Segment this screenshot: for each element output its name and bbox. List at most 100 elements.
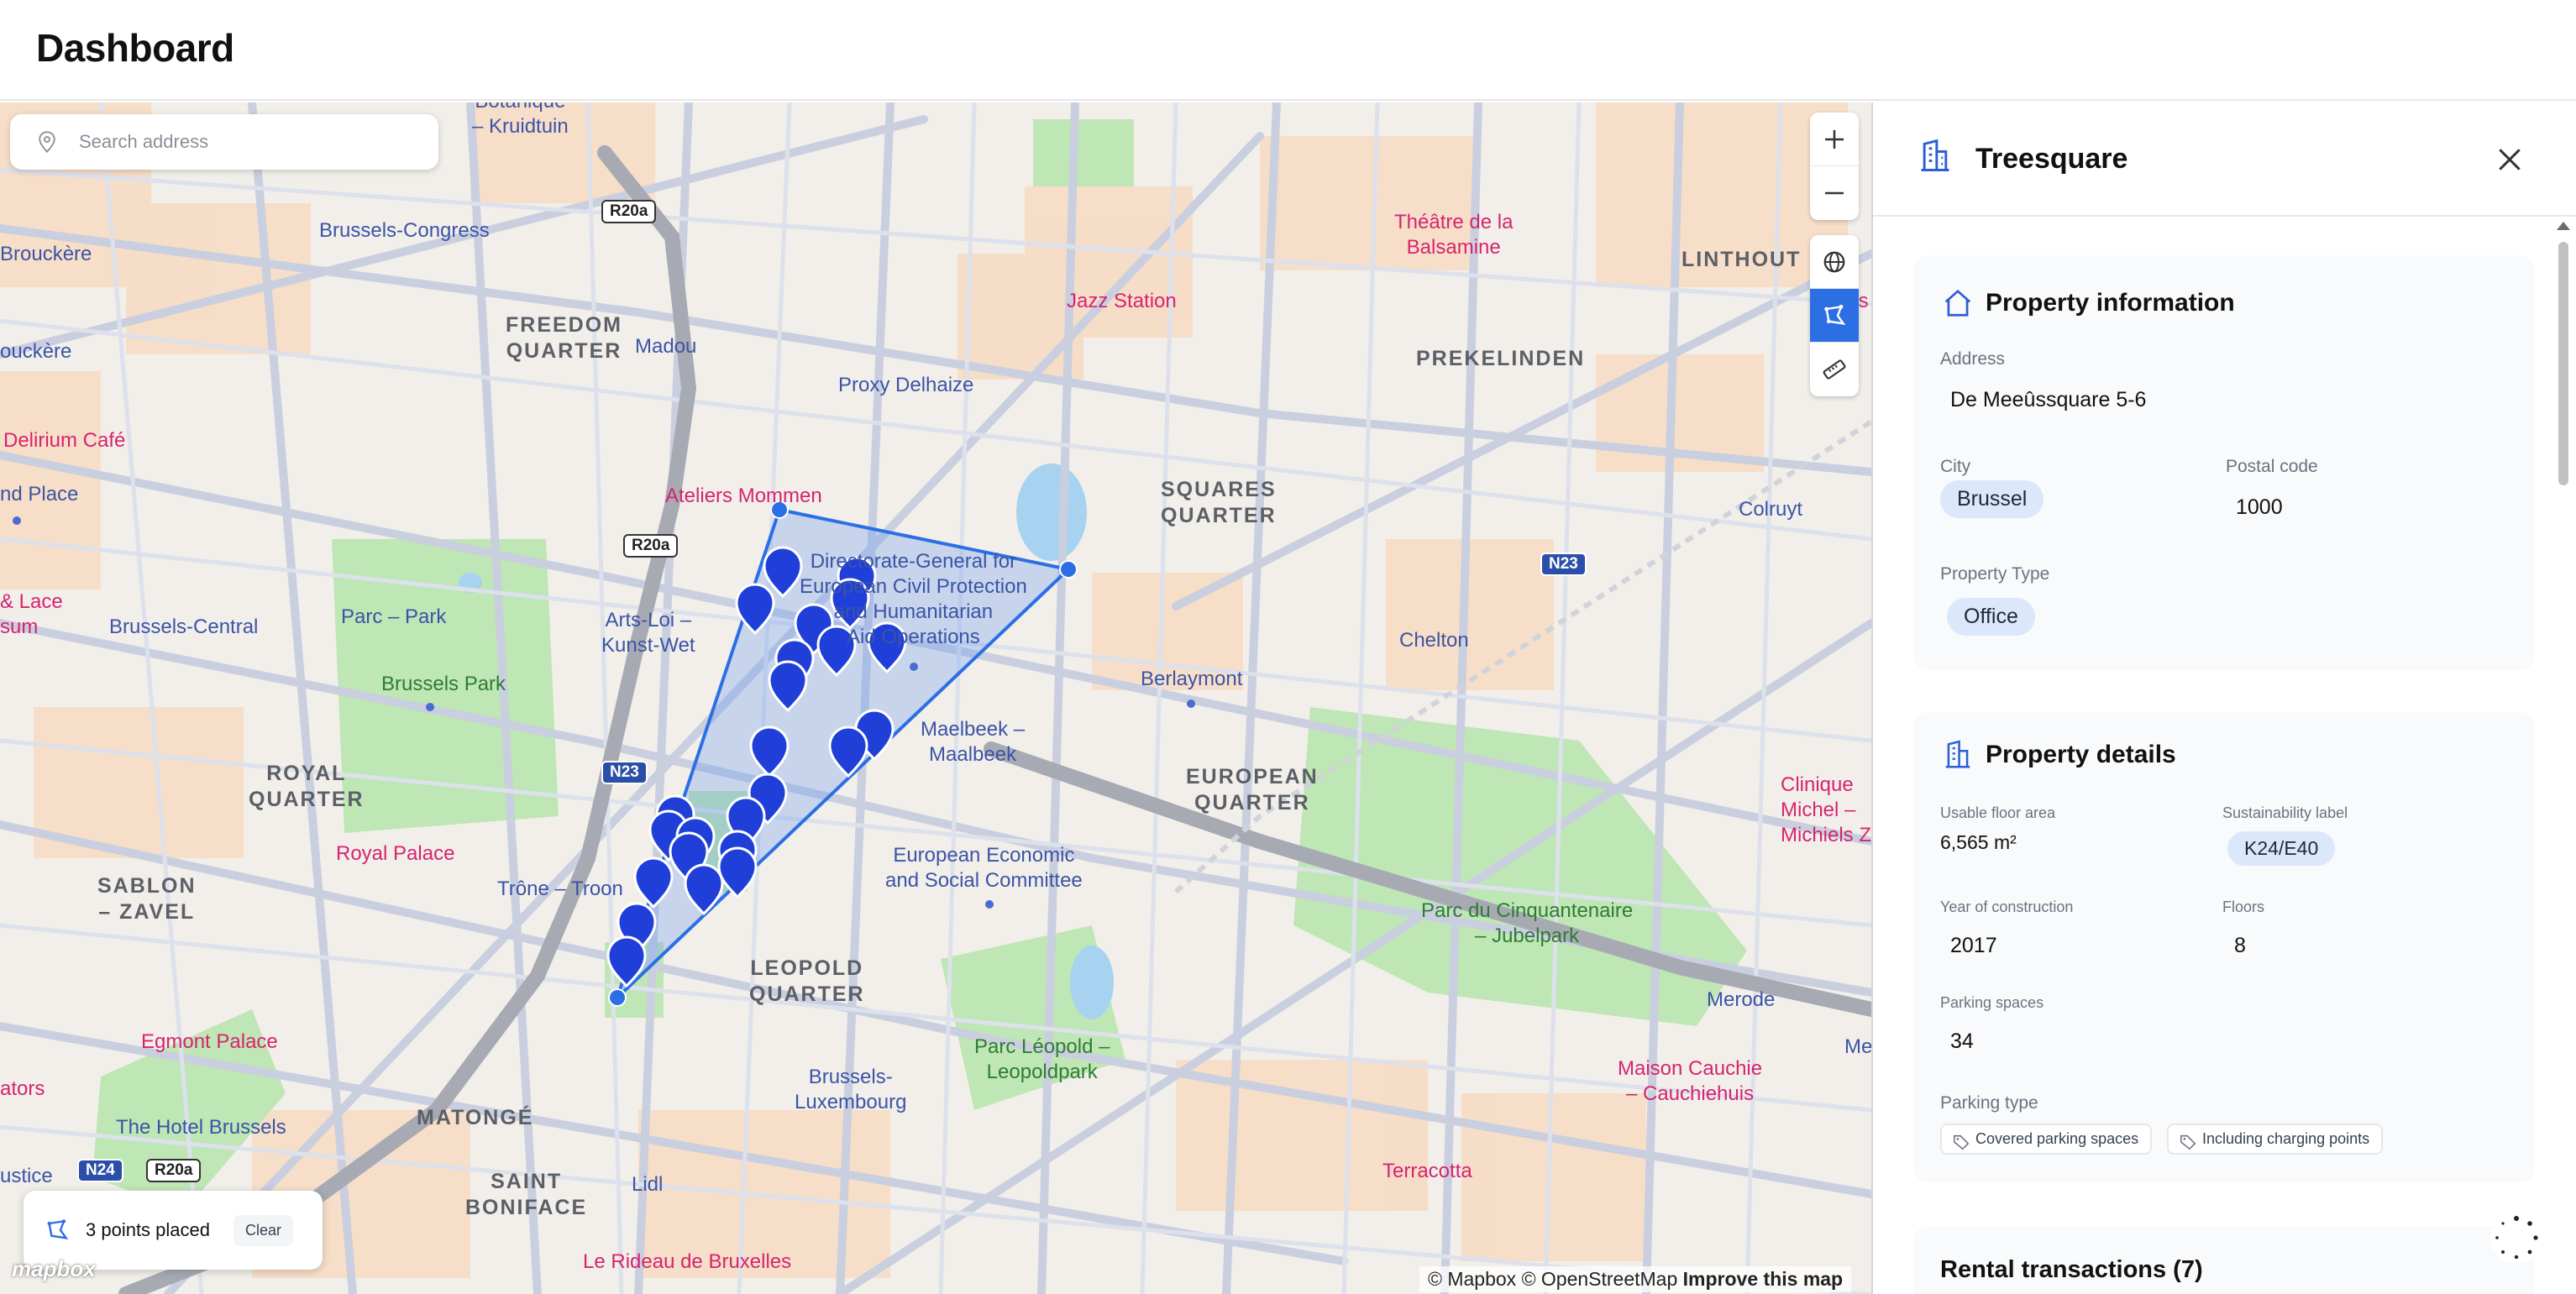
map-marker[interactable]: [749, 726, 790, 778]
map-label: Botanique– Kruidtuin: [472, 102, 569, 138]
attribution-mapbox-link[interactable]: © Mapbox: [1428, 1268, 1516, 1290]
parking-spaces-label: Parking spaces: [1940, 994, 2044, 1011]
map-attribution: © Mapbox © OpenStreetMap Improve this ma…: [1419, 1266, 1852, 1292]
map-label: Chelton: [1399, 629, 1469, 652]
card-title: Property details: [1986, 741, 2176, 768]
road-badge: R20a: [601, 200, 657, 223]
globe-button[interactable]: [1810, 235, 1859, 289]
panel-title: Treesquare: [1975, 143, 2128, 175]
road-badge: R20a: [146, 1159, 202, 1182]
map-label: Directorate-General for European Civil Pr…: [800, 550, 1027, 648]
map-label: Me: [1844, 1035, 1871, 1058]
road-badge: N24: [77, 1159, 123, 1182]
map-label: Terracotta: [1382, 1160, 1472, 1182]
map-marker[interactable]: [735, 583, 775, 635]
map-label: Brouckère: [0, 243, 92, 265]
map-label: Jazz Station: [1067, 290, 1177, 312]
points-count-text: 3 points placed: [86, 1219, 210, 1240]
map-label: MATONGÉ: [417, 1106, 534, 1129]
road-badge: N23: [601, 761, 648, 784]
map-canvas[interactable]: Botanique– Kruidtuin Brouckère ouckère B…: [0, 102, 1871, 1294]
loading-spinner: [2490, 1212, 2542, 1264]
page-title: Dashboard: [36, 26, 234, 70]
map-marker[interactable]: [717, 846, 758, 898]
map-marker[interactable]: [763, 546, 803, 598]
map-label: Berlaymont: [1141, 668, 1243, 690]
map-marker[interactable]: [633, 857, 674, 909]
zoom-out-button[interactable]: [1810, 166, 1859, 220]
map-label: CliniqueMichel –Michiels Zie: [1781, 773, 1871, 846]
map-label: Brussels Park: [381, 673, 506, 695]
map-label: Maison Cauchie – Cauchiehuis: [1618, 1057, 1763, 1105]
property-details-card: Property details Usable floor area 6,565…: [1913, 712, 2535, 1182]
parking-type-label: Parking type: [1940, 1093, 2038, 1113]
floors-value: 8: [2234, 934, 2246, 957]
close-icon[interactable]: [2493, 143, 2526, 176]
map-label: ouckère: [0, 340, 72, 363]
address-value: De Meeûssquare 5-6: [1950, 388, 2147, 411]
map-label: SAINT BONIFACE: [465, 1170, 588, 1220]
tag-icon: [2180, 1134, 2196, 1150]
map-label: Brussels-Central: [109, 616, 259, 638]
map-marker[interactable]: [828, 726, 868, 778]
map-label: Théâtre de la Balsamine: [1394, 211, 1514, 259]
postal-code-value: 1000: [2236, 495, 2283, 519]
city-badge: Brussel: [1940, 480, 2044, 518]
year-value: 2017: [1950, 934, 1997, 957]
map-label: LINTHOUT: [1681, 248, 1802, 271]
map-label: Maelbeek – Maalbeek: [921, 718, 1026, 766]
card-title: Property information: [1986, 289, 2235, 317]
map-label: ators: [0, 1077, 45, 1100]
floor-area-value: 6,565 m²: [1940, 831, 2017, 853]
map-label: Lidl: [632, 1173, 664, 1196]
map-marker[interactable]: [684, 863, 724, 915]
property-type-label: Property Type: [1940, 564, 2050, 584]
map-label: Delirium Café: [3, 429, 126, 452]
parking-type-tag: Including charging points: [2167, 1124, 2384, 1155]
floor-area-label: Usable floor area: [1940, 804, 2056, 821]
app-header: Dashboard: [0, 0, 2576, 101]
map-label: Parc Léopold – Leopoldpark: [974, 1035, 1110, 1083]
parking-type-tag: Covered parking spaces: [1940, 1124, 2153, 1155]
mapbox-logo[interactable]: mapbox: [12, 1256, 96, 1282]
map-label: Proxy Delhaize: [838, 374, 974, 396]
property-type-badge: Office: [1947, 598, 2035, 636]
map-label: PREKELINDEN: [1416, 347, 1586, 370]
map-tools: [1810, 235, 1859, 396]
building-icon: [1945, 740, 1970, 768]
floors-label: Floors: [2222, 898, 2265, 915]
improve-map-link[interactable]: Improve this map: [1683, 1268, 1843, 1290]
map-label: & Lace sum: [0, 590, 63, 638]
scroll-up-arrow[interactable]: [2557, 222, 2570, 230]
address-search[interactable]: [10, 114, 438, 170]
map-marker[interactable]: [606, 935, 647, 988]
home-icon: [1944, 289, 1971, 317]
map-marker[interactable]: [768, 660, 808, 712]
map-label: FREEDOM QUARTER: [506, 313, 622, 364]
tag-icon: [1953, 1134, 1970, 1150]
map-label: Merode: [1707, 988, 1776, 1011]
scrollbar-thumb[interactable]: [2558, 242, 2568, 485]
map-label: Brussels-Congress: [319, 219, 490, 242]
search-input[interactable]: [79, 131, 415, 153]
map-label: Ateliers Mommen: [665, 485, 822, 507]
map-label: Colruyt: [1739, 498, 1803, 521]
city-label: City: [1940, 457, 1971, 476]
map-label: Egmont Palace: [141, 1030, 278, 1053]
attribution-osm-link[interactable]: © OpenStreetMap: [1522, 1268, 1678, 1290]
sustainability-label: Sustainability label: [2222, 804, 2348, 821]
property-information-card: Property information Address De Meeûssqu…: [1913, 255, 2535, 670]
measure-button[interactable]: [1810, 343, 1859, 396]
map-label: Royal Palace: [336, 842, 455, 865]
rental-transactions-title[interactable]: Rental transactions (7): [1940, 1256, 2203, 1284]
minus-icon: [1825, 191, 1844, 195]
clear-points-button[interactable]: Clear: [233, 1214, 294, 1246]
parking-type-tag-label: Including charging points: [2202, 1130, 2370, 1147]
draw-polygon-button[interactable]: [1810, 289, 1859, 343]
globe-icon: [1823, 251, 1845, 272]
map-label: SQUARES QUARTER: [1161, 478, 1277, 528]
map-label: ustice: [0, 1165, 53, 1187]
map-label: The Hotel Brussels: [116, 1116, 286, 1139]
zoom-in-button[interactable]: [1810, 113, 1859, 166]
map-label: Arts-Loi – Kunst-Wet: [601, 609, 695, 657]
